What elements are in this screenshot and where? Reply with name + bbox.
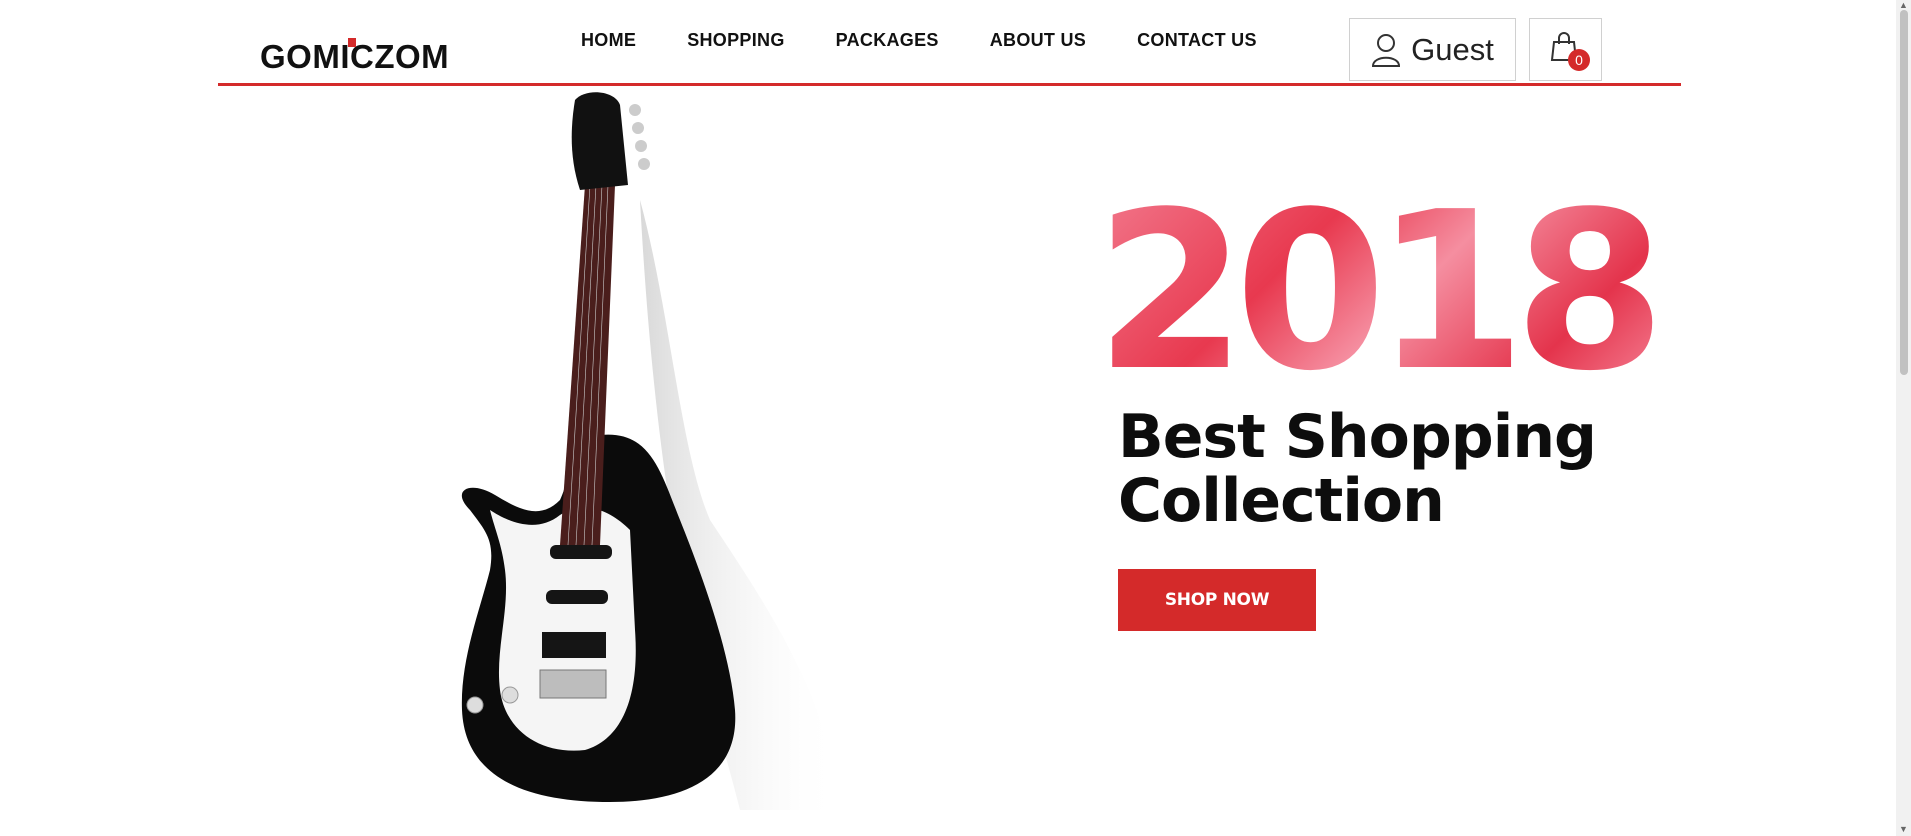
nav-home[interactable]: HOME [581, 30, 636, 51]
hero-headline-line2: Collection [1118, 466, 1445, 536]
electric-guitar-image [461, 92, 840, 810]
account-button[interactable]: Guest [1349, 18, 1516, 81]
hero-year: 2018 [1095, 166, 1666, 419]
scroll-down-arrow-icon[interactable]: ▼ [1899, 824, 1908, 834]
hero-headline: Best Shopping Collection [1118, 402, 1597, 536]
shop-now-button[interactable]: SHOP NOW [1118, 569, 1316, 631]
user-icon [1372, 33, 1401, 67]
main-nav: HOME SHOPPING PACKAGES ABOUT US CONTACT … [581, 30, 1308, 51]
logo[interactable]: GOMICZOM [260, 38, 449, 76]
hero-headline-line1: Best Shopping [1118, 402, 1597, 472]
logo-red-mark [348, 38, 356, 47]
site-header: GOMICZOM HOME SHOPPING PACKAGES ABOUT US… [218, 0, 1681, 86]
nav-about-us[interactable]: ABOUT US [990, 30, 1086, 51]
cart-button[interactable]: 0 [1529, 18, 1602, 81]
cart-count-badge: 0 [1568, 49, 1590, 71]
scroll-thumb[interactable] [1900, 10, 1908, 375]
scroll-up-arrow-icon[interactable]: ▲ [1899, 0, 1908, 10]
page-scrollbar[interactable]: ▲ ▼ [1896, 0, 1911, 836]
nav-packages[interactable]: PACKAGES [836, 30, 939, 51]
account-label: Guest [1411, 31, 1494, 67]
nav-shopping[interactable]: SHOPPING [687, 30, 784, 51]
nav-contact-us[interactable]: CONTACT US [1137, 30, 1257, 51]
